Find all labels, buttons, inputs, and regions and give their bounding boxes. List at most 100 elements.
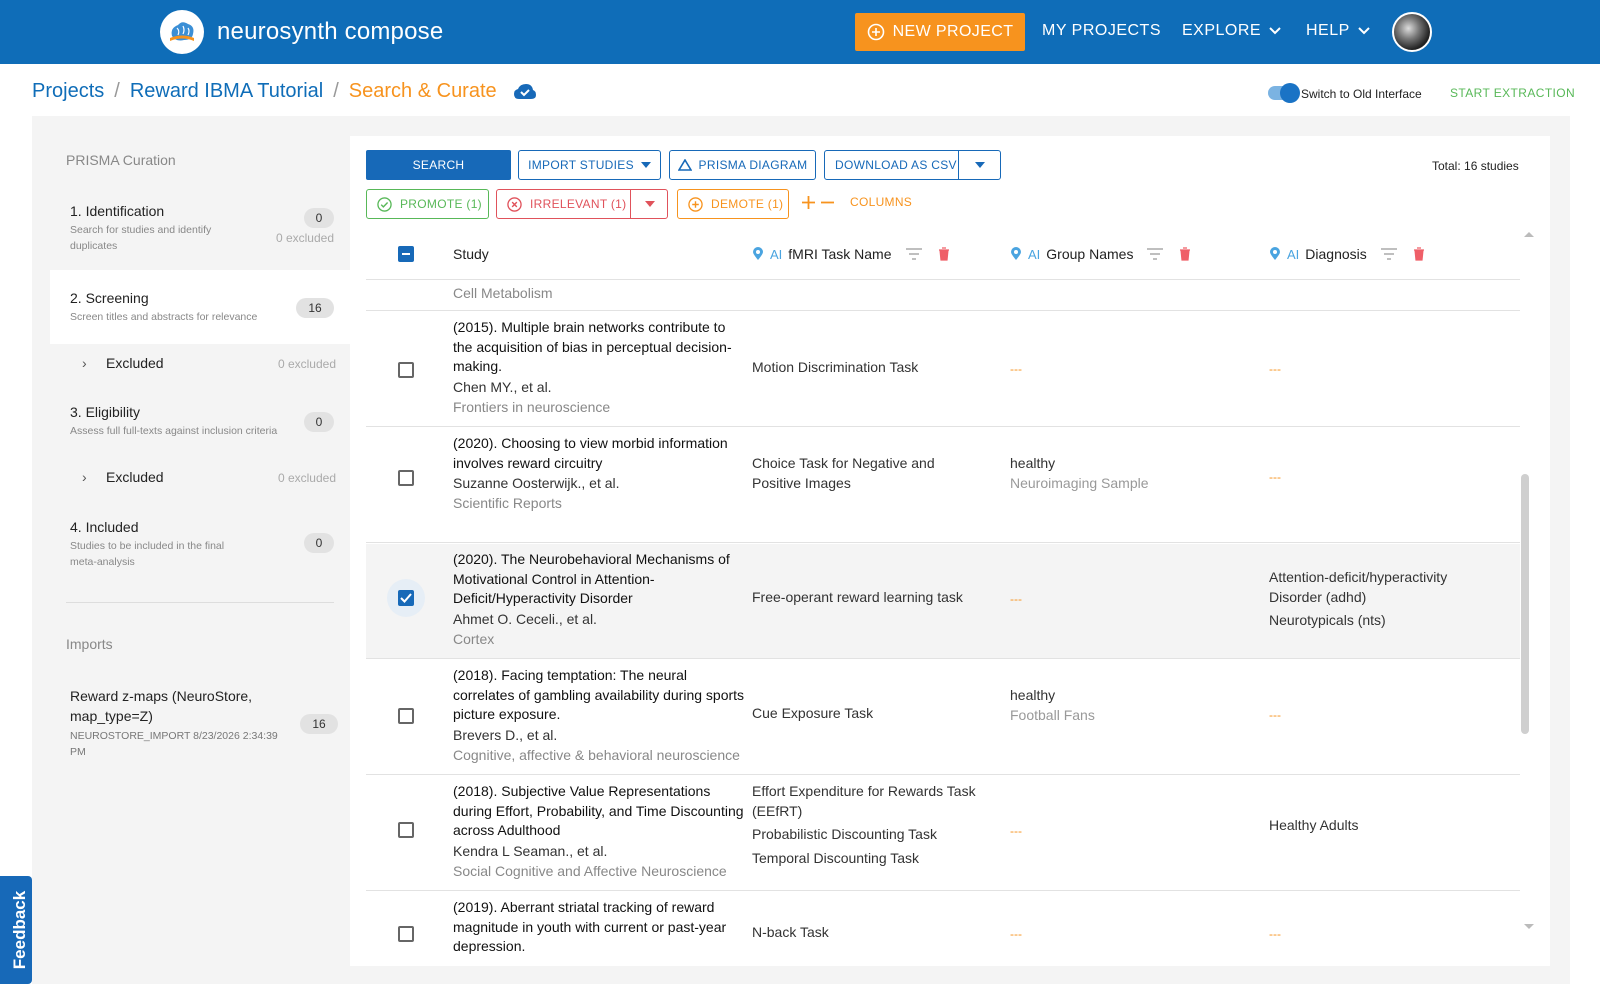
study-title: (2020). The Neurobehavioral Mechanisms o… [453, 551, 730, 606]
prisma-diagram-label: PRISMA DIAGRAM [698, 158, 808, 172]
download-csv-button[interactable]: DOWNLOAD AS CSV [824, 150, 1001, 180]
count-badge: 0 [304, 208, 334, 228]
phase-included[interactable]: 4. Included Studies to be included in th… [70, 519, 340, 570]
help-label: HELP [1306, 22, 1350, 39]
help-menu[interactable]: HELP [1306, 22, 1370, 40]
count-badge: 0 [304, 533, 334, 553]
study-title: (2018). Facing temptation: The neural co… [453, 667, 745, 722]
excluded-count: 0 excluded [277, 357, 336, 371]
phase-eligibility[interactable]: 3. Eligibility Assess full full-texts ag… [70, 404, 340, 439]
imports-title: Imports [66, 636, 113, 652]
scrollbar-thumb[interactable] [1521, 474, 1529, 734]
diagnosis-cell: --- [1269, 362, 1281, 376]
explore-menu[interactable]: EXPLORE [1182, 22, 1281, 40]
import-meta: NEUROSTORE_IMPORT 8/23/2026 2:34:39 PM [70, 730, 278, 758]
diagnosis-cell: Healthy Adults [1269, 817, 1359, 833]
group-names-cell: --- [1010, 824, 1022, 838]
table-row-selected[interactable]: (2020). The Neurobehavioral Mechanisms o… [366, 544, 1520, 659]
row-checkbox[interactable] [398, 708, 414, 724]
column-header-diagnosis[interactable]: AI Diagnosis [1269, 246, 1425, 262]
brand-name[interactable]: neurosynth compose [217, 18, 443, 46]
feedback-tab[interactable]: Feedback [0, 876, 32, 984]
row-checkbox[interactable] [398, 362, 414, 378]
fmri-task-cell: Effort Expenditure for Rewards Task (EEf… [752, 782, 992, 868]
promote-button[interactable]: PROMOTE (1) [366, 189, 489, 219]
split-divider [630, 190, 631, 218]
irrelevant-button[interactable]: IRRELEVANT (1) [496, 189, 668, 219]
group-name: healthy [1010, 687, 1056, 703]
column-header-groups[interactable]: AI Group Names [1010, 246, 1191, 262]
phase-identification[interactable]: 1. Identification Search for studies and… [70, 203, 340, 254]
import-item[interactable]: Reward z-maps (NeuroStore, map_type=Z) N… [70, 686, 338, 760]
scroll-down-arrow[interactable] [1524, 924, 1534, 929]
study-journal: Social Cognitive and Affective Neuroscie… [453, 862, 727, 879]
group-subname: Football Fans [1010, 706, 1095, 723]
explore-label: EXPLORE [1182, 22, 1262, 39]
fmri-task-cell: Cue Exposure Task [752, 704, 873, 724]
start-extraction-button[interactable]: START EXTRACTION [1450, 86, 1575, 100]
table-row[interactable]: (2019). Aberrant striatal tracking of re… [366, 892, 1520, 964]
table-row[interactable]: (2018). Facing temptation: The neural co… [366, 660, 1520, 775]
breadcrumb-current: Search & Curate [348, 80, 497, 102]
table-row[interactable]: (2020). Choosing to view morbid informat… [366, 428, 1520, 543]
study-cell: (2018). Subjective Value Representations… [453, 782, 748, 882]
eligibility-excluded-toggle[interactable]: › Excluded 0 excluded [82, 469, 342, 485]
excluded-label: Excluded [106, 469, 164, 485]
column-header-study[interactable]: Study [453, 246, 489, 262]
table-row[interactable]: (2015). Multiple brain networks contribu… [366, 312, 1520, 427]
chevron-down-icon [1358, 27, 1370, 35]
triangle-icon [677, 159, 692, 171]
row-checkbox[interactable] [398, 822, 414, 838]
new-project-button[interactable]: NEW PROJECT [855, 13, 1025, 51]
column-label: Diagnosis [1305, 246, 1367, 262]
row-checkbox[interactable] [398, 926, 414, 942]
select-all-checkbox[interactable] [398, 246, 414, 262]
row-checkbox[interactable] [398, 470, 414, 486]
screening-excluded-toggle[interactable]: › Excluded 0 excluded [82, 355, 342, 371]
filter-icon[interactable] [905, 248, 922, 260]
group-name: healthy [1010, 455, 1056, 471]
fmri-task-name: Effort Expenditure for Rewards Task (EEf… [752, 783, 976, 819]
caret-down-icon [640, 162, 651, 168]
delete-icon[interactable] [1413, 247, 1425, 261]
search-button[interactable]: SEARCH [366, 150, 511, 180]
delete-icon[interactable] [1179, 247, 1191, 261]
brain-logo-icon[interactable] [160, 10, 204, 54]
study-cell: (2019). Aberrant striatal tracking of re… [453, 898, 748, 957]
minus-icon [821, 201, 834, 203]
phase-name: 4. Included [70, 519, 139, 535]
diagnosis-cell: --- [1269, 927, 1281, 941]
ai-pin-icon [1270, 247, 1280, 260]
breadcrumb-projects[interactable]: Projects [32, 80, 104, 103]
my-projects-link[interactable]: MY PROJECTS [1042, 22, 1161, 40]
fmri-task-cell: N-back Task [752, 923, 829, 943]
row-checkbox[interactable] [398, 590, 414, 606]
table-row-partial[interactable]: Cell Metabolism [366, 281, 1520, 311]
filter-icon[interactable] [1380, 248, 1397, 260]
user-avatar[interactable] [1392, 12, 1432, 52]
column-header-fmri[interactable]: AI fMRI Task Name [752, 246, 950, 262]
filter-icon[interactable] [1147, 248, 1164, 260]
import-studies-button[interactable]: IMPORT STUDIES [518, 150, 661, 180]
table-row[interactable]: (2018). Subjective Value Representations… [366, 776, 1520, 891]
demote-button[interactable]: DEMOTE (1) [677, 189, 789, 219]
demote-circle-icon [688, 196, 703, 212]
breadcrumb-project[interactable]: Reward IBMA Tutorial [130, 80, 323, 103]
phase-description: Assess full full-texts against inclusion… [70, 425, 278, 437]
study-journal: Cortex [453, 630, 495, 647]
plus-icon [802, 195, 815, 209]
delete-icon[interactable] [938, 247, 950, 261]
old-interface-toggle[interactable] [1268, 83, 1300, 103]
total-studies: Total: 16 studies [1432, 159, 1519, 173]
ai-tag: AI [1028, 246, 1041, 262]
import-studies-label: IMPORT STUDIES [528, 158, 634, 172]
diagnosis-item: Attention-deficit/hyperactivity Disorder… [1269, 569, 1448, 605]
columns-control[interactable]: COLUMNS [802, 195, 912, 209]
fmri-task-cell: Free-operant reward learning task [752, 588, 963, 608]
prisma-diagram-button[interactable]: PRISMA DIAGRAM [669, 150, 816, 180]
phase-screening[interactable]: 2. Screening Screen titles and abstracts… [70, 290, 340, 325]
group-names-cell: healthy Football Fans [1010, 686, 1095, 725]
study-cell: (2018). Facing temptation: The neural co… [453, 666, 748, 766]
scroll-up-arrow[interactable] [1524, 232, 1534, 237]
table-header: Study AI fMRI Task Name AI Group Names A… [366, 230, 1520, 280]
